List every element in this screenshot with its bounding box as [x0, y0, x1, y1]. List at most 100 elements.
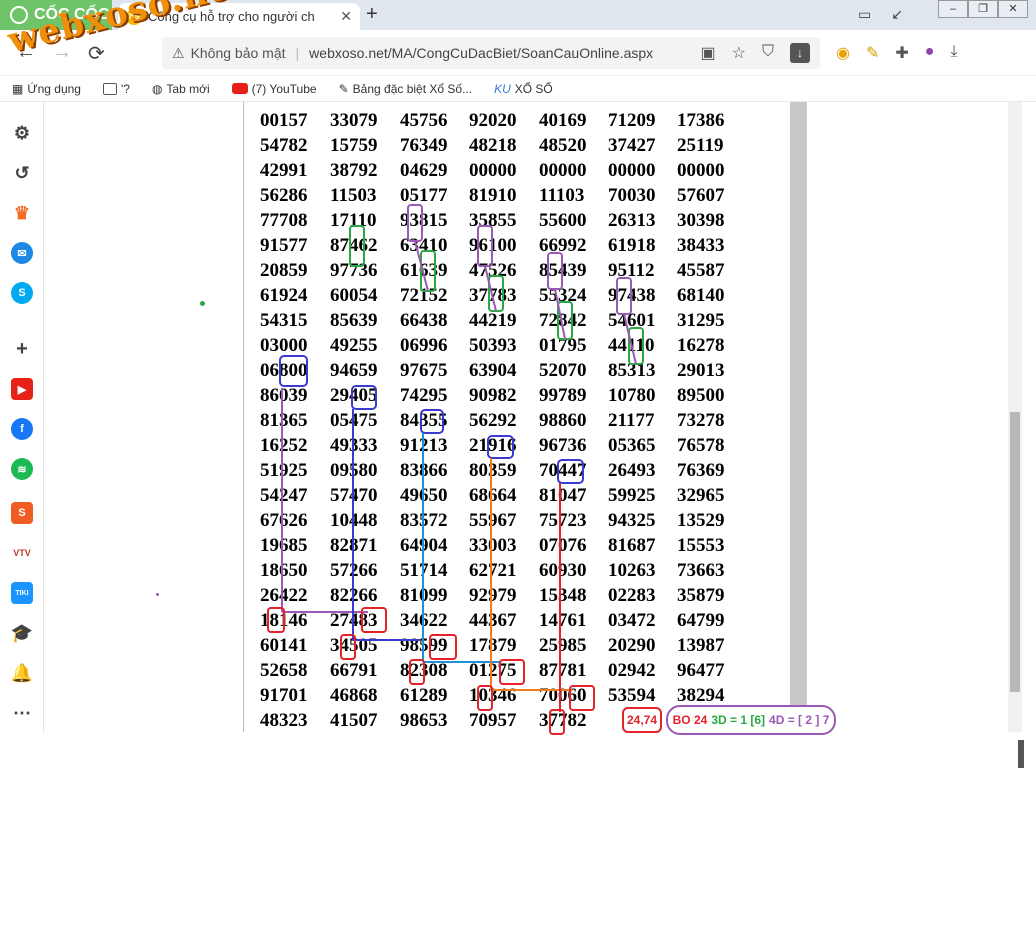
bookmark-bang-dac-biet[interactable]: ✎ Bảng đặc biệt Xổ Số... — [339, 82, 472, 96]
pair-badge: 24,74 — [622, 707, 662, 733]
badge-3d: 3D = 1 [6] — [711, 713, 766, 727]
close-window-icon[interactable]: ✕ — [998, 0, 1028, 18]
shopee-icon[interactable]: S — [11, 502, 33, 524]
shield-icon[interactable]: ⛉ — [762, 43, 774, 63]
reload-icon[interactable]: ⟳ — [88, 41, 105, 66]
bookmark-label: '? — [120, 81, 130, 96]
more-icon[interactable]: ⋯ — [11, 702, 33, 724]
bookmark-label: (7) YouTube — [251, 81, 317, 96]
table-cell: 02283 — [608, 585, 656, 606]
settings-gear-icon[interactable]: ⚙ — [11, 122, 33, 144]
youtube-side-icon[interactable]: ▶ — [11, 378, 33, 400]
table-cell: 98860 — [539, 410, 587, 431]
tiki-icon[interactable]: TIKI — [11, 582, 33, 604]
table-cell: 44367 — [469, 610, 517, 631]
table-cell: 13987 — [677, 635, 725, 656]
spotify-icon[interactable]: ≋ — [11, 458, 33, 480]
bookmark-label: Tab mới — [166, 81, 210, 96]
table-cell: 57470 — [330, 485, 378, 506]
table-cell: 16252 — [260, 435, 308, 456]
table-cell: 61918 — [608, 235, 656, 256]
table-cell: 02942 — [608, 660, 656, 681]
bookmark-label: XỔ SỐ — [514, 81, 553, 96]
download-indicator-icon[interactable]: ↓ — [790, 43, 810, 63]
table-cell: 38294 — [677, 685, 725, 706]
table-cell: 82308 — [400, 660, 448, 681]
messenger-icon[interactable]: ✉ — [11, 242, 33, 264]
add-panel-icon[interactable]: + — [11, 338, 33, 360]
extensions: ◉ ✎ ✚ ● ⤓ — [836, 43, 958, 63]
bookmark-xoso[interactable]: KU XỔ SỐ — [494, 82, 553, 96]
new-tab-button[interactable]: + — [366, 3, 378, 26]
skype-icon[interactable]: S — [11, 282, 33, 304]
table-cell: 66992 — [539, 235, 587, 256]
table-cell: 52070 — [539, 360, 587, 381]
inner-scrollbar[interactable] — [790, 102, 806, 732]
chrome-ext-icon[interactable]: ◉ — [836, 43, 850, 63]
notification-bell-icon[interactable]: 🔔 — [11, 662, 33, 684]
globe-icon: ◍ — [151, 81, 163, 96]
table-cell: 00000 — [677, 160, 725, 181]
table-cell: 00000 — [469, 160, 517, 181]
apps-icon: ▦ — [12, 81, 24, 96]
profile-avatar-icon[interactable]: ● — [925, 43, 935, 63]
table-cell: 74295 — [400, 385, 448, 406]
bookmark-star-icon[interactable]: ☆ — [732, 43, 746, 63]
facebook-icon[interactable]: f — [11, 418, 33, 440]
table-cell: 04629 — [400, 160, 448, 181]
bookmark-youtube[interactable]: (7) YouTube — [231, 81, 317, 96]
table-cell: 15553 — [677, 535, 725, 556]
screenshot-icon[interactable]: ▭ — [858, 6, 871, 23]
bookmarks-bar: ▦ Ứng dụng '? ◍ Tab mới (7) YouTube ✎ Bảng … — [0, 76, 1036, 102]
graduation-icon[interactable]: 🎓 — [11, 622, 33, 644]
bookmark-folder[interactable]: '? — [102, 81, 130, 96]
minimize-icon[interactable]: – — [938, 0, 968, 18]
table-cell: 67626 — [260, 510, 308, 531]
crown-icon[interactable]: ♛ — [11, 202, 33, 224]
table-cell: 01795 — [539, 335, 587, 356]
table-cell: 53594 — [608, 685, 656, 706]
table-cell: 26422 — [260, 585, 308, 606]
bookmark-newtab[interactable]: ◍ Tab mới — [152, 82, 210, 96]
table-cell: 09580 — [330, 460, 378, 481]
table-cell: 98653 — [400, 710, 448, 731]
table-cell: 35879 — [677, 585, 725, 606]
table-cell: 82266 — [330, 585, 378, 606]
browser-toolbar: ← → ⟳ ⚠ Không bảo mật | webxoso.net/MA/C… — [0, 30, 1036, 76]
table-cell: 76578 — [677, 435, 725, 456]
table-cell: 51925 — [260, 460, 308, 481]
table-cell: 49650 — [400, 485, 448, 506]
table-cell: 32965 — [677, 485, 725, 506]
table-cell: 40169 — [539, 110, 587, 131]
table-cell: 64904 — [400, 535, 448, 556]
table-cell: 92979 — [469, 585, 517, 606]
table-cell: 47526 — [469, 260, 517, 281]
table-cell: 33079 — [330, 110, 378, 131]
download-icon[interactable]: ⤓ — [950, 43, 957, 63]
address-bar[interactable]: ⚠ Không bảo mật | webxoso.net/MA/CongCuD… — [162, 37, 820, 69]
url-text[interactable]: webxoso.net/MA/CongCuDacBiet/SoanCauOnli… — [309, 45, 694, 61]
youtube-icon — [231, 83, 248, 94]
table-cell: 99789 — [539, 385, 587, 406]
tab-close-icon[interactable]: ✕ — [340, 8, 352, 25]
security-label[interactable]: Không bảo mật — [191, 45, 286, 61]
history-icon[interactable]: ↺ — [11, 162, 33, 184]
back-arrow-icon[interactable]: ↙ — [891, 6, 903, 23]
table-cell: 05475 — [330, 410, 378, 431]
table-cell: 05177 — [400, 185, 448, 206]
cast-icon[interactable]: ▣ — [701, 43, 716, 63]
puzzle-icon[interactable]: ✚ — [895, 43, 908, 63]
warning-icon[interactable]: ⚠ — [172, 45, 185, 62]
vtv-icon[interactable]: VTV — [11, 542, 33, 564]
green-dot — [200, 301, 205, 306]
table-cell: 26313 — [608, 210, 656, 231]
pencil-icon[interactable]: ✎ — [866, 43, 879, 63]
restore-icon[interactable]: ❐ — [968, 0, 998, 18]
table-cell: 37427 — [608, 135, 656, 156]
table-cell: 55967 — [469, 510, 517, 531]
table-cell: 25119 — [677, 135, 724, 156]
bookmark-apps[interactable]: ▦ Ứng dụng — [12, 82, 81, 96]
table-cell: 18650 — [260, 560, 308, 581]
page-scroll-thumb[interactable] — [1010, 412, 1020, 692]
table-cell: 55324 — [539, 285, 587, 306]
